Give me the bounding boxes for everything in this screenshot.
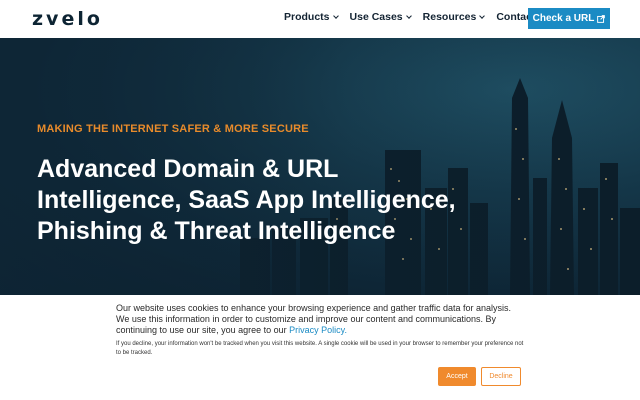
chevron-down-icon [405, 13, 412, 19]
zvelo-logo[interactable]: zvelo [32, 8, 103, 30]
chevron-down-icon [479, 13, 486, 19]
nav-products[interactable]: Products [284, 11, 339, 23]
hero-headline: Advanced Domain & URL Intelligence, SaaS… [37, 155, 456, 245]
check-a-url-button[interactable]: Check a URL [528, 8, 610, 29]
cta-label: Check a URL [532, 13, 595, 24]
cookie-decline-note: If you decline, your information won't b… [116, 341, 524, 356]
nav-resources-label: Resources [422, 11, 477, 23]
nav-use-cases-label: Use Cases [349, 11, 403, 23]
logo-text: zvelo [32, 8, 103, 30]
hero-section: MAKING THE INTERNET SAFER & MORE SECURE … [0, 38, 640, 295]
decline-cookies-button[interactable]: Decline [481, 367, 521, 386]
nav-products-label: Products [284, 11, 330, 23]
accept-cookies-button[interactable]: Accept [438, 367, 476, 386]
external-link-icon [597, 14, 606, 23]
site-header: zvelo Products Use Cases Resources Conta… [0, 0, 640, 38]
main-nav: Products Use Cases Resources Contact Us [284, 11, 564, 23]
chevron-down-icon [332, 13, 339, 19]
nav-use-cases[interactable]: Use Cases [349, 11, 412, 23]
cookie-banner: Our website uses cookies to enhance your… [0, 295, 640, 400]
hero-tagline: MAKING THE INTERNET SAFER & MORE SECURE [37, 123, 309, 135]
privacy-policy-link[interactable]: Privacy Policy. [289, 325, 347, 335]
cookie-message: Our website uses cookies to enhance your… [116, 303, 526, 336]
nav-resources[interactable]: Resources [422, 11, 486, 23]
